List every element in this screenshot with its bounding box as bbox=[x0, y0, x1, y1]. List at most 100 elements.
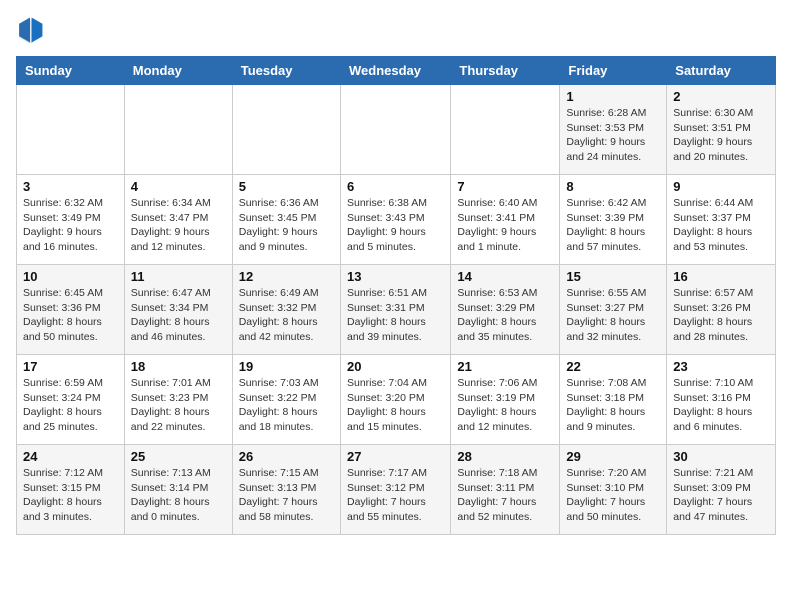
day-info: Sunrise: 7:10 AMSunset: 3:16 PMDaylight:… bbox=[673, 376, 769, 435]
calendar-cell: 7 Sunrise: 6:40 AMSunset: 3:41 PMDaylight… bbox=[451, 175, 560, 265]
calendar-cell: 27 Sunrise: 7:17 AMSunset: 3:12 PMDayligh… bbox=[340, 445, 450, 535]
day-info: Sunrise: 7:18 AMSunset: 3:11 PMDaylight:… bbox=[457, 466, 553, 525]
calendar-cell bbox=[340, 85, 450, 175]
calendar-cell: 17Sunrise: 6:59 AMSunset: 3:24 PMDayligh… bbox=[17, 355, 125, 445]
day-number: 28 bbox=[457, 449, 553, 464]
day-number: 17 bbox=[23, 359, 118, 374]
day-number: 24 bbox=[23, 449, 118, 464]
day-info: Sunrise: 7:04 AMSunset: 3:20 PMDaylight:… bbox=[347, 376, 444, 435]
calendar-cell: 18Sunrise: 7:01 AMSunset: 3:23 PMDayligh… bbox=[124, 355, 232, 445]
calendar-cell: 3 Sunrise: 6:32 AMSunset: 3:49 PMDaylight… bbox=[17, 175, 125, 265]
day-number: 5 bbox=[239, 179, 334, 194]
calendar-header: SundayMondayTuesdayWednesdayThursdayFrid… bbox=[17, 57, 776, 85]
day-info: Sunrise: 6:38 AMSunset: 3:43 PMDaylight:… bbox=[347, 196, 444, 255]
weekday-header-sunday: Sunday bbox=[17, 57, 125, 85]
calendar-cell: 9 Sunrise: 6:44 AMSunset: 3:37 PMDaylight… bbox=[667, 175, 776, 265]
calendar-cell: 10 Sunrise: 6:45 AMSunset: 3:36 PMDayligh… bbox=[17, 265, 125, 355]
day-number: 18 bbox=[131, 359, 226, 374]
calendar-cell: 12 Sunrise: 6:49 AMSunset: 3:32 PMDayligh… bbox=[232, 265, 340, 355]
day-info: Sunrise: 6:51 AMSunset: 3:31 PMDaylight:… bbox=[347, 286, 444, 345]
day-info: Sunrise: 6:55 AMSunset: 3:27 PMDaylight:… bbox=[566, 286, 660, 345]
day-number: 29 bbox=[566, 449, 660, 464]
day-info: Sunrise: 6:34 AMSunset: 3:47 PMDaylight:… bbox=[131, 196, 226, 255]
day-number: 7 bbox=[457, 179, 553, 194]
day-number: 2 bbox=[673, 89, 769, 104]
day-info: Sunrise: 6:42 AMSunset: 3:39 PMDaylight:… bbox=[566, 196, 660, 255]
calendar-cell: 23 Sunrise: 7:10 AMSunset: 3:16 PMDayligh… bbox=[667, 355, 776, 445]
day-info: Sunrise: 7:06 AMSunset: 3:19 PMDaylight:… bbox=[457, 376, 553, 435]
day-info: Sunrise: 6:45 AMSunset: 3:36 PMDaylight:… bbox=[23, 286, 118, 345]
page-header bbox=[16, 16, 776, 44]
calendar-cell: 30Sunrise: 7:21 AMSunset: 3:09 PMDayligh… bbox=[667, 445, 776, 535]
day-info: Sunrise: 6:30 AMSunset: 3:51 PMDaylight:… bbox=[673, 106, 769, 165]
day-number: 26 bbox=[239, 449, 334, 464]
day-number: 12 bbox=[239, 269, 334, 284]
day-info: Sunrise: 6:49 AMSunset: 3:32 PMDaylight:… bbox=[239, 286, 334, 345]
day-number: 4 bbox=[131, 179, 226, 194]
day-info: Sunrise: 6:28 AMSunset: 3:53 PMDaylight:… bbox=[566, 106, 660, 165]
day-number: 15 bbox=[566, 269, 660, 284]
day-info: Sunrise: 6:32 AMSunset: 3:49 PMDaylight:… bbox=[23, 196, 118, 255]
calendar-cell: 28 Sunrise: 7:18 AMSunset: 3:11 PMDayligh… bbox=[451, 445, 560, 535]
logo bbox=[16, 16, 48, 44]
calendar-cell: 21 Sunrise: 7:06 AMSunset: 3:19 PMDayligh… bbox=[451, 355, 560, 445]
day-info: Sunrise: 6:40 AMSunset: 3:41 PMDaylight:… bbox=[457, 196, 553, 255]
weekday-header-thursday: Thursday bbox=[451, 57, 560, 85]
day-number: 22 bbox=[566, 359, 660, 374]
calendar-cell: 4 Sunrise: 6:34 AMSunset: 3:47 PMDaylight… bbox=[124, 175, 232, 265]
day-info: Sunrise: 6:44 AMSunset: 3:37 PMDaylight:… bbox=[673, 196, 769, 255]
day-info: Sunrise: 6:36 AMSunset: 3:45 PMDaylight:… bbox=[239, 196, 334, 255]
day-info: Sunrise: 7:17 AMSunset: 3:12 PMDaylight:… bbox=[347, 466, 444, 525]
calendar-cell: 15 Sunrise: 6:55 AMSunset: 3:27 PMDayligh… bbox=[560, 265, 667, 355]
calendar-cell bbox=[124, 85, 232, 175]
calendar-cell: 6 Sunrise: 6:38 AMSunset: 3:43 PMDaylight… bbox=[340, 175, 450, 265]
calendar-cell: 13 Sunrise: 6:51 AMSunset: 3:31 PMDayligh… bbox=[340, 265, 450, 355]
day-number: 1 bbox=[566, 89, 660, 104]
calendar-cell: 8 Sunrise: 6:42 AMSunset: 3:39 PMDaylight… bbox=[560, 175, 667, 265]
day-info: Sunrise: 7:15 AMSunset: 3:13 PMDaylight:… bbox=[239, 466, 334, 525]
calendar-cell bbox=[17, 85, 125, 175]
day-number: 23 bbox=[673, 359, 769, 374]
day-info: Sunrise: 7:13 AMSunset: 3:14 PMDaylight:… bbox=[131, 466, 226, 525]
weekday-header-tuesday: Tuesday bbox=[232, 57, 340, 85]
weekday-header-wednesday: Wednesday bbox=[340, 57, 450, 85]
weekday-header-friday: Friday bbox=[560, 57, 667, 85]
day-number: 3 bbox=[23, 179, 118, 194]
weekday-header-saturday: Saturday bbox=[667, 57, 776, 85]
day-number: 27 bbox=[347, 449, 444, 464]
day-number: 30 bbox=[673, 449, 769, 464]
day-number: 9 bbox=[673, 179, 769, 194]
day-number: 11 bbox=[131, 269, 226, 284]
day-number: 19 bbox=[239, 359, 334, 374]
calendar-table: SundayMondayTuesdayWednesdayThursdayFrid… bbox=[16, 56, 776, 535]
calendar-cell: 1 Sunrise: 6:28 AMSunset: 3:53 PMDaylight… bbox=[560, 85, 667, 175]
day-number: 20 bbox=[347, 359, 444, 374]
day-number: 10 bbox=[23, 269, 118, 284]
calendar-cell: 11 Sunrise: 6:47 AMSunset: 3:34 PMDayligh… bbox=[124, 265, 232, 355]
day-number: 14 bbox=[457, 269, 553, 284]
day-info: Sunrise: 7:08 AMSunset: 3:18 PMDaylight:… bbox=[566, 376, 660, 435]
day-number: 21 bbox=[457, 359, 553, 374]
day-number: 16 bbox=[673, 269, 769, 284]
calendar-cell: 20 Sunrise: 7:04 AMSunset: 3:20 PMDayligh… bbox=[340, 355, 450, 445]
day-info: Sunrise: 7:12 AMSunset: 3:15 PMDaylight:… bbox=[23, 466, 118, 525]
calendar-cell bbox=[451, 85, 560, 175]
day-number: 8 bbox=[566, 179, 660, 194]
day-number: 25 bbox=[131, 449, 226, 464]
calendar-cell: 16 Sunrise: 6:57 AMSunset: 3:26 PMDayligh… bbox=[667, 265, 776, 355]
weekday-header-monday: Monday bbox=[124, 57, 232, 85]
calendar-cell: 26 Sunrise: 7:15 AMSunset: 3:13 PMDayligh… bbox=[232, 445, 340, 535]
day-number: 13 bbox=[347, 269, 444, 284]
calendar-cell: 14 Sunrise: 6:53 AMSunset: 3:29 PMDayligh… bbox=[451, 265, 560, 355]
calendar-cell: 2 Sunrise: 6:30 AMSunset: 3:51 PMDaylight… bbox=[667, 85, 776, 175]
calendar-cell: 25 Sunrise: 7:13 AMSunset: 3:14 PMDayligh… bbox=[124, 445, 232, 535]
day-info: Sunrise: 6:57 AMSunset: 3:26 PMDaylight:… bbox=[673, 286, 769, 345]
calendar-cell: 29 Sunrise: 7:20 AMSunset: 3:10 PMDayligh… bbox=[560, 445, 667, 535]
calendar-cell: 19Sunrise: 7:03 AMSunset: 3:22 PMDayligh… bbox=[232, 355, 340, 445]
day-info: Sunrise: 7:20 AMSunset: 3:10 PMDaylight:… bbox=[566, 466, 660, 525]
day-info: Sunrise: 6:47 AMSunset: 3:34 PMDaylight:… bbox=[131, 286, 226, 345]
day-info: Sunrise: 6:53 AMSunset: 3:29 PMDaylight:… bbox=[457, 286, 553, 345]
calendar-cell: 24 Sunrise: 7:12 AMSunset: 3:15 PMDayligh… bbox=[17, 445, 125, 535]
day-number: 6 bbox=[347, 179, 444, 194]
calendar-cell: 22 Sunrise: 7:08 AMSunset: 3:18 PMDayligh… bbox=[560, 355, 667, 445]
